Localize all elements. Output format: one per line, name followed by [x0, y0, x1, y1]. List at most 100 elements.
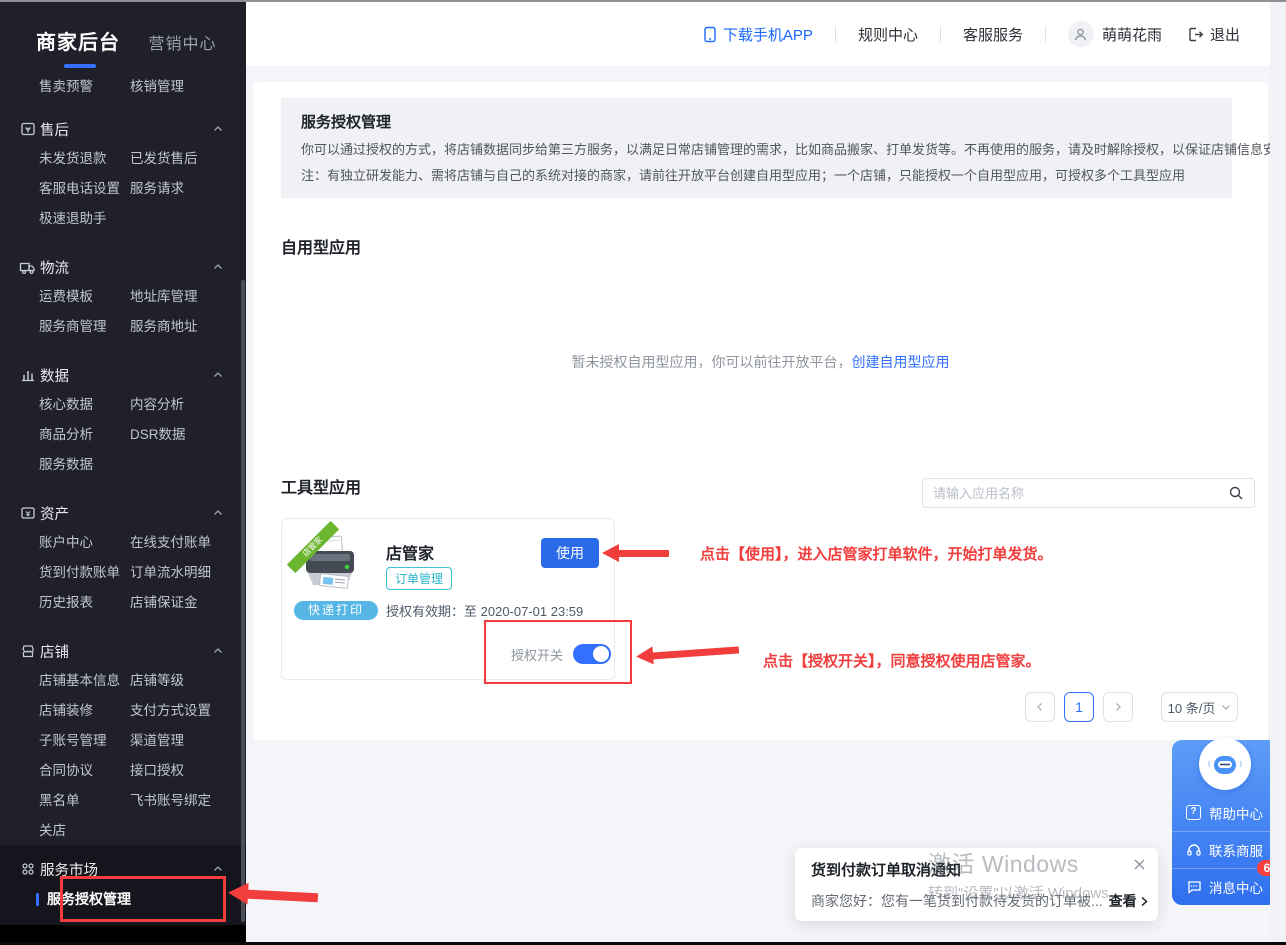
sidebar-section-header[interactable]: 数据: [0, 360, 246, 390]
self-app-empty-state: 暂未授权自用型应用，你可以前往开放平台，创建自用型应用: [253, 352, 1268, 372]
chevron-up-icon[interactable]: [212, 645, 224, 657]
info-description-1: 你可以通过授权的方式，将店铺数据同步给第三方服务，以满足日常店铺管理的需求，比如…: [301, 141, 1212, 158]
divider: [835, 26, 836, 42]
sidebar-item[interactable]: 关店: [39, 816, 130, 846]
sidebar-item[interactable]: 子账号管理: [39, 726, 130, 756]
sidebar-item[interactable]: 支付方式设置: [130, 696, 246, 726]
customer-service-link[interactable]: 客服服务: [963, 24, 1023, 45]
user-menu[interactable]: 萌萌花雨: [1068, 21, 1162, 47]
chevron-right-icon: [1140, 896, 1149, 907]
create-self-app-link[interactable]: 创建自用型应用: [852, 354, 950, 370]
sidebar-section-header[interactable]: 资产: [0, 498, 246, 528]
chevron-up-icon[interactable]: [212, 863, 224, 875]
aftersale-icon: [19, 121, 36, 138]
page-title: 服务授权管理: [301, 111, 1212, 132]
sidebar-item[interactable]: 极速退助手: [39, 204, 130, 234]
logout-button[interactable]: 退出: [1188, 24, 1240, 45]
app-name: 店管家: [386, 540, 434, 564]
next-page-button[interactable]: [1103, 692, 1133, 722]
robot-assistant-icon[interactable]: [1199, 738, 1251, 790]
logout-icon: [1188, 27, 1204, 42]
chevron-down-icon: [1221, 702, 1231, 712]
message-icon: [1185, 879, 1202, 896]
sidebar-item[interactable]: 合同协议: [39, 756, 130, 786]
sidebar-item[interactable]: 服务请求: [130, 174, 246, 204]
sidebar-item[interactable]: 订单流水明细: [130, 558, 246, 588]
sidebar-tabs: 商家后台 营销中心: [0, 0, 246, 55]
sidebar-section-aftersale: 售后 未发货退款已发货售后客服电话设置服务请求极速退助手: [0, 114, 246, 234]
sidebar-item[interactable]: 客服电话设置: [39, 174, 130, 204]
sidebar-item[interactable]: 店铺等级: [130, 666, 246, 696]
sidebar-item[interactable]: 店铺保证金: [130, 588, 246, 618]
prev-page-button[interactable]: [1025, 692, 1055, 722]
headset-icon: [1185, 842, 1202, 859]
authorization-validity: 授权有效期：至 2020-07-01 23:59: [386, 601, 583, 620]
chevron-up-icon[interactable]: [212, 123, 224, 135]
sidebar-section-logistics: 物流 运费模板地址库管理服务商管理服务商地址: [0, 252, 246, 342]
sidebar-item[interactable]: 内容分析: [130, 390, 246, 420]
sidebar-item[interactable]: 黑名单: [39, 786, 130, 816]
sidebar-item[interactable]: 货到付款账单: [39, 558, 130, 588]
sidebar-section-shop: 店铺 店铺基本信息店铺等级店铺装修支付方式设置子账号管理渠道管理合同协议接口授权…: [0, 636, 246, 846]
sidebar-section-data: 数据 核心数据内容分析商品分析DSR数据服务数据: [0, 360, 246, 480]
sidebar-item[interactable]: 服务商管理: [39, 312, 130, 342]
sidebar-item[interactable]: 已发货售后: [130, 144, 246, 174]
sidebar-item[interactable]: 渠道管理: [130, 726, 246, 756]
sidebar-item[interactable]: 在线支付账单: [130, 528, 246, 558]
annotation-text-use: 点击【使用】，进入店管家打单软件，开始打单发货。: [700, 543, 1053, 564]
sidebar-item[interactable]: 飞书账号绑定: [130, 786, 246, 816]
pagination: 1 10 条/页: [1025, 692, 1238, 722]
sidebar-scrollbar[interactable]: [241, 280, 245, 922]
sidebar: 商家后台 营销中心 售卖预警核销管理 售后 未发货退款已发货售后客服电话设置服务…: [0, 0, 246, 945]
sidebar-item[interactable]: 服务商地址: [130, 312, 246, 342]
rules-center-link[interactable]: 规则中心: [858, 24, 918, 45]
widget-rows: ? 帮助中心 联系商服 消息中心 64: [1172, 794, 1278, 905]
divider: [940, 26, 941, 42]
sidebar-item[interactable]: 账户中心: [39, 528, 130, 558]
search-input[interactable]: [933, 486, 1228, 501]
logistics-icon: [19, 259, 36, 276]
sidebar-section-header[interactable]: 物流: [0, 252, 246, 282]
toast-view-link[interactable]: 查看: [1109, 891, 1149, 911]
tab-marketing-center[interactable]: 营销中心: [148, 36, 216, 53]
download-app-link[interactable]: 下载手机APP: [703, 24, 813, 45]
chevron-up-icon[interactable]: [212, 261, 224, 273]
sidebar-item[interactable]: 历史报表: [39, 588, 130, 618]
sidebar-item[interactable]: 店铺基本信息: [39, 666, 130, 696]
sidebar-item[interactable]: 核销管理: [130, 72, 246, 102]
sidebar-section-header[interactable]: 售后: [0, 114, 246, 144]
message-center-button[interactable]: 消息中心 64: [1172, 868, 1278, 905]
help-center-button[interactable]: ? 帮助中心: [1172, 794, 1278, 831]
sidebar-item[interactable]: 接口授权: [130, 756, 246, 786]
page-number-button[interactable]: 1: [1064, 692, 1094, 722]
sidebar-item[interactable]: 核心数据: [39, 390, 130, 420]
sidebar-section-asset: 资产 账户中心在线支付账单货到付款账单订单流水明细历史报表店铺保证金: [0, 498, 246, 618]
app-search-box: [922, 478, 1255, 508]
sidebar-item[interactable]: 服务数据: [39, 450, 130, 480]
sidebar-menu: 售卖预警核销管理 售后 未发货退款已发货售后客服电话设置服务请求极速退助手: [0, 72, 246, 846]
page-scrollbar[interactable]: [1270, 2, 1286, 945]
page-size-select[interactable]: 10 条/页: [1161, 692, 1238, 722]
chevron-up-icon[interactable]: [212, 369, 224, 381]
info-box: 服务授权管理 你可以通过授权的方式，将店铺数据同步给第三方服务，以满足日常店铺管…: [281, 98, 1232, 198]
sidebar-section-header[interactable]: 店铺: [0, 636, 246, 666]
sidebar-item[interactable]: 商品分析: [39, 420, 130, 450]
tab-merchant-backend[interactable]: 商家后台: [36, 32, 120, 54]
chevron-up-icon[interactable]: [212, 507, 224, 519]
info-description-2: 注：有独立研发能力、需将店铺与自己的系统对接的商家，请前往开放平台创建自用型应用…: [301, 167, 1212, 184]
sidebar-item[interactable]: DSR数据: [130, 420, 246, 450]
search-icon[interactable]: [1228, 485, 1244, 501]
sidebar-item[interactable]: 地址库管理: [130, 282, 246, 312]
sidebar-item[interactable]: 售卖预警: [39, 72, 130, 102]
annotation-arrow-use: [602, 544, 669, 562]
use-button[interactable]: 使用: [541, 538, 599, 568]
annotation-arrow-sidebar: [227, 882, 318, 909]
shop-icon: [19, 643, 36, 660]
annotation-rect-sidebar: [60, 876, 226, 922]
close-icon[interactable]: [1133, 858, 1146, 871]
sidebar-item[interactable]: 运费模板: [39, 282, 130, 312]
sidebar-item[interactable]: 店铺装修: [39, 696, 130, 726]
sidebar-item[interactable]: 未发货退款: [39, 144, 130, 174]
annotation-text-switch: 点击【授权开关】，同意授权使用店管家。: [763, 650, 1041, 671]
divider: [1045, 26, 1046, 42]
